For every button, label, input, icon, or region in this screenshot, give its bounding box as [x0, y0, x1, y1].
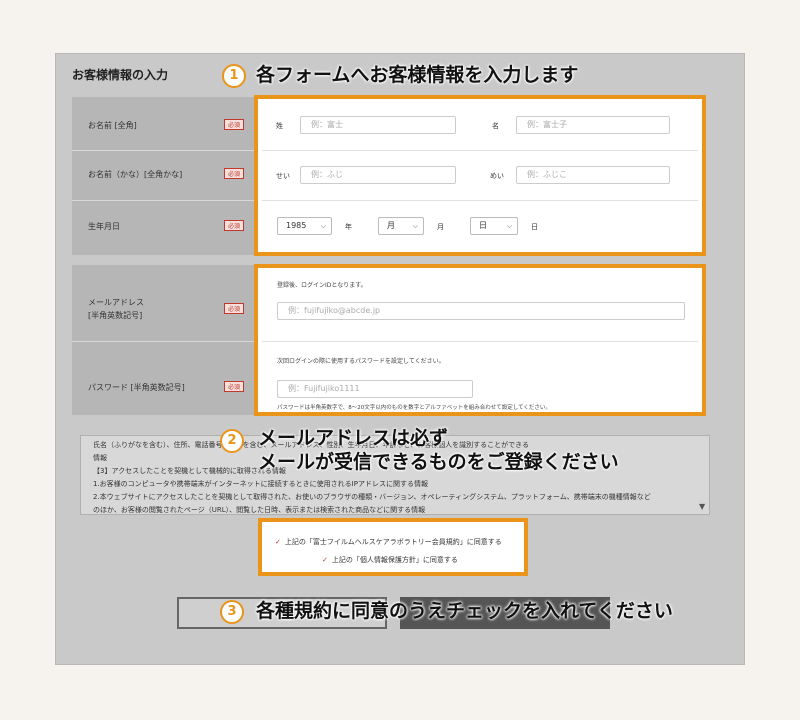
- step-2-text-line1: メールアドレスは必ず: [258, 427, 449, 449]
- birth-label: 生年月日: [88, 222, 120, 231]
- terms-line: 2.本ウェブサイトにアクセスしたことを契機として取得された、お使いのブラウザの種…: [93, 493, 651, 501]
- required-badge: 必須: [224, 168, 244, 179]
- highlight-frame-personal: [254, 95, 706, 256]
- email-label-line2: [半角英数記号]: [88, 311, 143, 320]
- highlight-frame-account: [254, 264, 706, 416]
- password-label: パスワード [半角英数記号]: [88, 383, 185, 392]
- required-badge: 必須: [224, 381, 244, 392]
- section-title: お客様情報の入力: [72, 68, 169, 82]
- step-3-text: 各種規約に同意のうえチェックを入れてください: [256, 600, 673, 622]
- terms-line: 【3】アクセスしたことを契機として機械的に取得される情報: [93, 467, 286, 475]
- step-1-badge: 1: [222, 64, 246, 88]
- terms-line: 情報: [93, 454, 107, 462]
- required-badge: 必須: [224, 303, 244, 314]
- step-2-text-line2: メールが受信できるものをご登録ください: [258, 451, 619, 473]
- required-badge: 必須: [224, 220, 244, 231]
- step-3-badge: 3: [220, 600, 244, 624]
- required-badge: 必須: [224, 119, 244, 130]
- kana-label: お名前（かな）[全角かな]: [88, 170, 183, 179]
- highlight-frame-consent: [258, 518, 528, 576]
- terms-line: のほか、お客様の閲覧されたページ（URL）、閲覧した日時、表示または検索された商…: [93, 506, 426, 514]
- terms-line: 1.お客様のコンピュータや携帯端末がインターネットに接続するときに使用されるIP…: [93, 480, 428, 488]
- step-2-badge: 2: [220, 429, 244, 453]
- email-label-line1: メールアドレス: [88, 298, 144, 307]
- step-1-text: 各フォームへお客様情報を入力します: [256, 64, 579, 86]
- name-label: お名前 [全角]: [88, 121, 137, 130]
- scroll-down-arrow-icon[interactable]: ▼: [699, 502, 705, 511]
